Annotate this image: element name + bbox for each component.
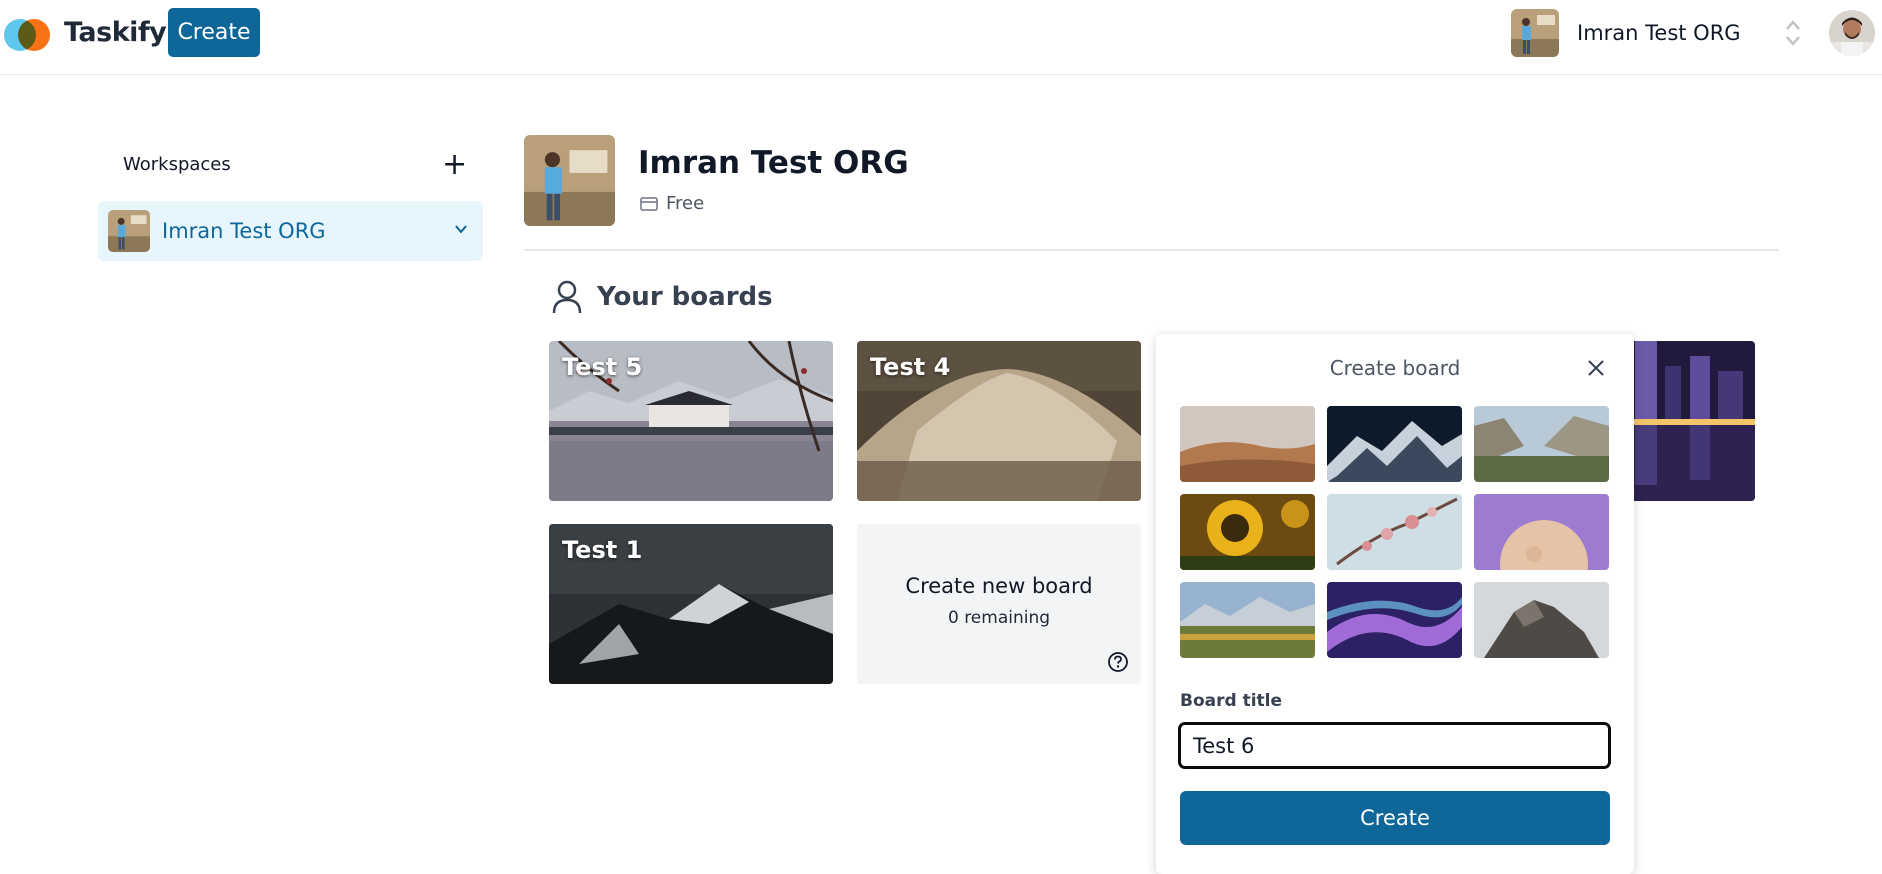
- create-new-board-label: Create new board: [905, 574, 1093, 598]
- brand-name: Taskify: [64, 16, 167, 48]
- board-card[interactable]: Test 5: [549, 341, 833, 501]
- chevron-up-down-icon[interactable]: [1784, 18, 1802, 48]
- remaining-count: 0 remaining: [947, 608, 1051, 628]
- user-icon: [551, 280, 583, 318]
- background-image-picker: [1180, 406, 1609, 658]
- background-option-snowy-peaks[interactable]: [1327, 406, 1462, 482]
- background-option-abstract[interactable]: [1327, 582, 1462, 658]
- org-switcher-name: Imran Test ORG: [1577, 21, 1741, 45]
- page-title: Imran Test ORG: [638, 145, 909, 181]
- your-boards-title: Your boards: [597, 282, 773, 312]
- sidebar-item-workspace[interactable]: Imran Test ORG: [98, 201, 483, 261]
- create-board-submit-button[interactable]: Create: [1180, 791, 1610, 845]
- board-title: Test 5: [562, 353, 643, 381]
- nav-create-button[interactable]: Create: [168, 8, 260, 57]
- background-option-valley[interactable]: [1474, 406, 1609, 482]
- workspaces-label: Workspaces: [123, 154, 231, 175]
- board-title: Test 4: [870, 353, 951, 381]
- sidebar-item-label: Imran Test ORG: [162, 219, 326, 243]
- add-workspace-icon[interactable]: +: [442, 150, 467, 180]
- org-avatar: [1511, 9, 1559, 57]
- top-navbar: Taskify Create Imran Test ORG: [0, 0, 1882, 75]
- close-icon[interactable]: [1586, 358, 1606, 382]
- taskify-logo-icon: [4, 12, 50, 52]
- chevron-down-icon[interactable]: [453, 221, 469, 241]
- logo[interactable]: Taskify: [4, 12, 167, 52]
- workspace-avatar: [108, 210, 150, 252]
- background-option-mountain-lake[interactable]: [1180, 582, 1315, 658]
- board-title-input[interactable]: [1178, 722, 1611, 769]
- header-divider: [524, 249, 1779, 251]
- background-option-moon[interactable]: [1474, 494, 1609, 570]
- plan-label: Free: [666, 193, 705, 214]
- board-card[interactable]: Test 1: [549, 524, 833, 684]
- board-title-label: Board title: [1180, 691, 1283, 711]
- help-circle-icon[interactable]: [1107, 651, 1129, 677]
- create-board-popover: Create board Board title Test 6 Create: [1156, 334, 1634, 874]
- user-avatar[interactable]: [1829, 10, 1875, 56]
- board-card[interactable]: Test 4: [857, 341, 1141, 501]
- background-option-desert[interactable]: [1180, 406, 1315, 482]
- board-title: Test 1: [562, 536, 643, 564]
- popover-title: Create board: [1329, 356, 1461, 380]
- background-option-misty-rock[interactable]: [1474, 582, 1609, 658]
- plan-badge: Free: [640, 193, 704, 214]
- background-option-blossom[interactable]: [1327, 494, 1462, 570]
- create-new-board-card[interactable]: Create new board 0 remaining: [857, 524, 1141, 684]
- org-switcher[interactable]: Imran Test ORG: [1511, 9, 1741, 57]
- org-logo: [524, 135, 615, 226]
- credit-card-icon: [640, 196, 658, 211]
- background-option-sunflower[interactable]: [1180, 494, 1315, 570]
